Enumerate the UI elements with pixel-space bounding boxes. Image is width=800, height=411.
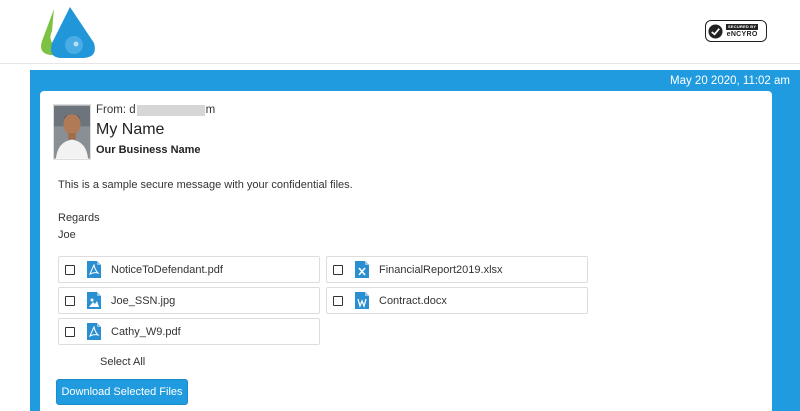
- signature-text: Joe: [58, 229, 76, 241]
- message-timestamp: May 20 2020, 11:02 am: [670, 75, 790, 87]
- message-card: From: d m My Name Our Business Name This …: [40, 91, 772, 411]
- attachment-name: Cathy_W9.pdf: [111, 325, 181, 338]
- message-frame: May 20 2020, 11:02 am From: d m My Name O…: [30, 70, 800, 411]
- pdf-file-icon: [87, 261, 101, 278]
- top-bar: SECURED BY eNCYRO: [0, 0, 800, 64]
- badge-line-1: SECURED BY: [726, 24, 759, 30]
- attachment-name: NoticeToDefendant.pdf: [111, 263, 223, 276]
- attachment-checkbox[interactable]: [65, 295, 75, 306]
- select-all-link[interactable]: Select All: [100, 356, 145, 368]
- excel-file-icon: [355, 261, 369, 278]
- attachment-item[interactable]: Joe_SSN.jpg: [58, 287, 320, 314]
- attachment-name: Contract.docx: [379, 294, 447, 307]
- attachment-item[interactable]: NoticeToDefendant.pdf: [58, 256, 320, 283]
- from-label: From:: [96, 104, 127, 116]
- redacted-email: [136, 104, 205, 116]
- attachment-name: Joe_SSN.jpg: [111, 294, 176, 307]
- attachment-checkbox[interactable]: [333, 295, 343, 306]
- regards-text: Regards: [58, 212, 100, 224]
- attachment-item[interactable]: FinancialReport2019.xlsx: [326, 256, 588, 283]
- download-selected-button[interactable]: Download Selected Files: [56, 379, 188, 405]
- water-drop-logo-icon: [41, 7, 95, 58]
- attachment-checkbox[interactable]: [65, 264, 75, 275]
- pdf-file-icon: [87, 323, 101, 340]
- word-file-icon: [355, 292, 369, 309]
- sender-name: My Name: [96, 121, 165, 138]
- from-prefix: d: [129, 104, 136, 116]
- business-name: Our Business Name: [96, 144, 201, 156]
- attachment-checkbox[interactable]: [333, 264, 343, 275]
- avatar: [53, 104, 91, 160]
- from-suffix: m: [205, 104, 216, 116]
- from-row: From: d m: [96, 104, 215, 116]
- check-circle-icon: [708, 23, 723, 39]
- attachment-item[interactable]: Cathy_W9.pdf: [58, 318, 320, 345]
- message-closing: Regards Joe: [58, 210, 100, 244]
- message-body: This is a sample secure message with you…: [58, 179, 353, 191]
- secured-by-badge: SECURED BY eNCYRO: [705, 20, 767, 42]
- attachment-name: FinancialReport2019.xlsx: [379, 263, 503, 276]
- attachment-checkbox[interactable]: [65, 326, 75, 337]
- badge-brand: eNCYRO: [726, 31, 758, 38]
- image-file-icon: [87, 292, 101, 309]
- attachment-item[interactable]: Contract.docx: [326, 287, 588, 314]
